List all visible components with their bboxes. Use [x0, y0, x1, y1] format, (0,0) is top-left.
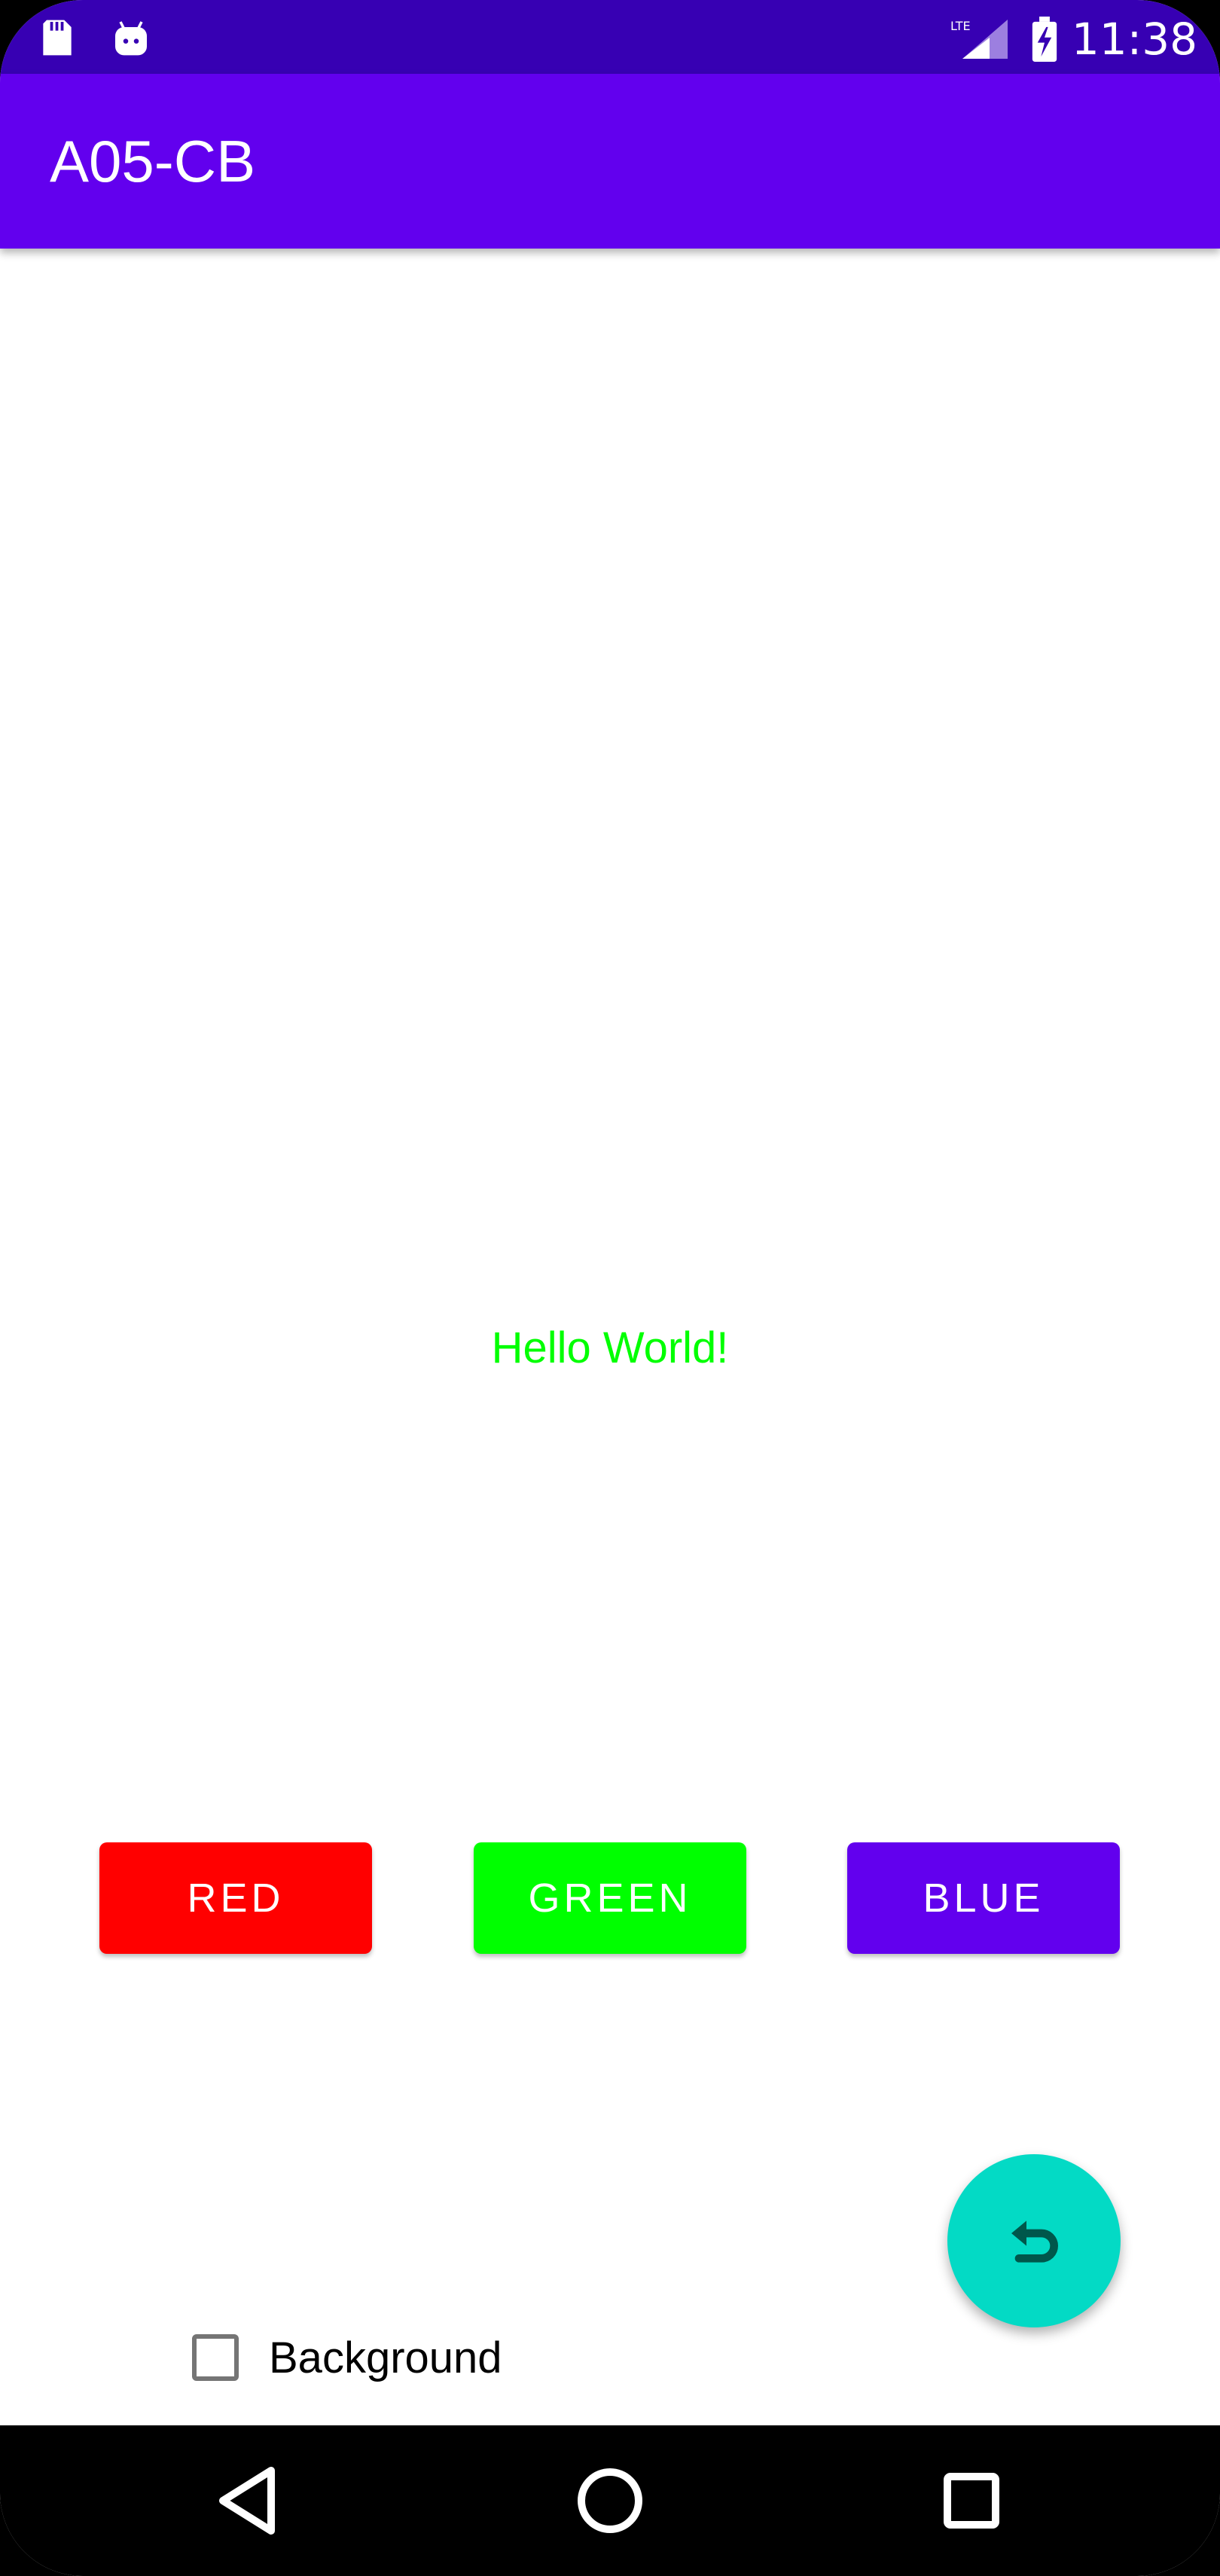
blue-button[interactable]: BLUE: [847, 1842, 1120, 1954]
status-bar: LTE 11:38: [0, 0, 1220, 74]
navigation-bar: [0, 2425, 1220, 2576]
home-icon[interactable]: [565, 2455, 655, 2546]
hello-text: Hello World!: [491, 1323, 729, 1372]
background-checkbox-label[interactable]: Background: [269, 2331, 502, 2385]
undo-fab-button[interactable]: [947, 2154, 1121, 2327]
undo-icon: [1011, 2220, 1058, 2263]
red-button[interactable]: RED: [99, 1842, 372, 1954]
lte-signal-icon: LTE: [950, 17, 1011, 59]
main-content: Hello World! RED GREEN BLUE Background: [0, 249, 1220, 2425]
sd-card-icon: [36, 17, 78, 59]
app-bar: A05-CB: [0, 74, 1220, 249]
green-button[interactable]: GREEN: [474, 1842, 746, 1954]
back-icon[interactable]: [205, 2455, 295, 2546]
lte-label: LTE: [950, 19, 971, 33]
app-title: A05-CB: [50, 128, 256, 194]
recents-icon[interactable]: [926, 2455, 1017, 2546]
battery-charging-icon: [1028, 17, 1064, 62]
android-icon: [110, 17, 152, 59]
background-checkbox[interactable]: [192, 2334, 239, 2381]
device-screen: LTE 11:38 A05-CB Hello World! RED GREEN …: [0, 0, 1220, 2576]
clock-time: 11:38: [1071, 14, 1197, 65]
